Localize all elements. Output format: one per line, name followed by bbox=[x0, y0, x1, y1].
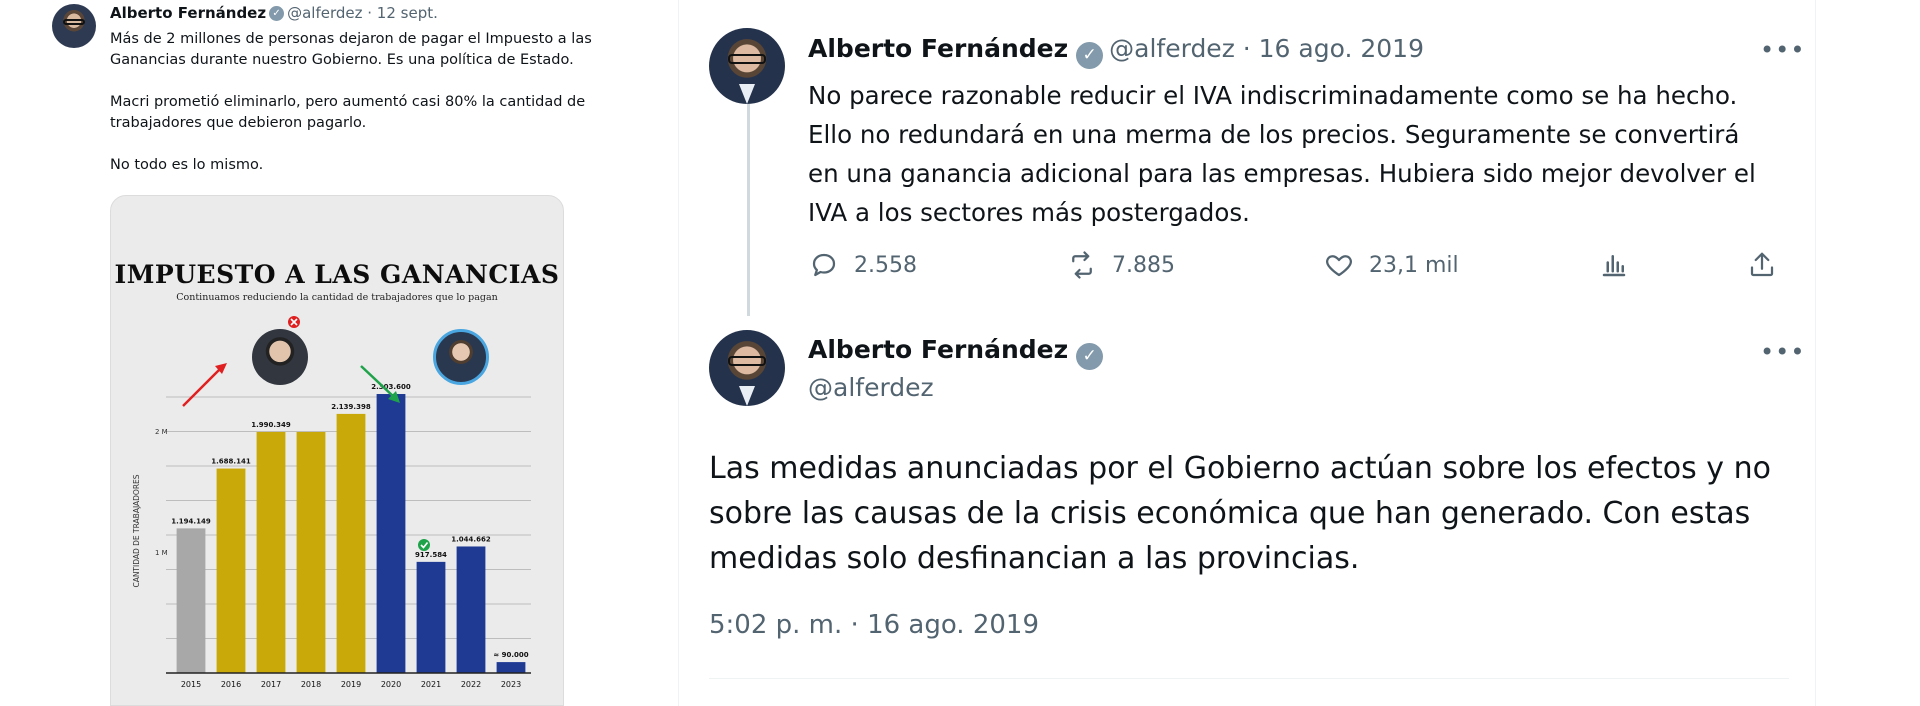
avatar[interactable] bbox=[709, 28, 785, 104]
verified-badge-icon: ✓ bbox=[1076, 343, 1104, 370]
y-tick-label: 1 M bbox=[155, 549, 168, 557]
collar-detail bbox=[739, 84, 755, 104]
chart-bar bbox=[176, 528, 206, 673]
check-mark-icon bbox=[418, 539, 430, 551]
bar-chart: 1 M 2 M CANTIDAD DE TRABAJADORES 1.194.149 2… bbox=[132, 316, 531, 689]
data-label: 1.044.662 bbox=[451, 535, 491, 543]
verified-badge-icon: ✓ bbox=[269, 6, 285, 21]
data-label: 2.303.600 bbox=[371, 383, 411, 391]
x-tick-label: 2018 bbox=[301, 680, 321, 689]
divider bbox=[709, 678, 1789, 679]
data-label: 1.990.349 bbox=[251, 421, 291, 429]
data-label: 917.584 bbox=[415, 551, 447, 559]
more-options-icon[interactable]: ••• bbox=[1760, 36, 1805, 64]
tweet-timestamp[interactable]: 5:02 p. m. · 16 ago. 2019 bbox=[709, 610, 1039, 640]
thread-connector-line bbox=[747, 104, 750, 316]
chart-bar bbox=[496, 662, 526, 673]
chart-bar bbox=[296, 431, 326, 673]
share-button[interactable] bbox=[1746, 250, 1792, 280]
left-tweet: Alberto Fernández ✓ @alferdez · 12 sept. M… bbox=[0, 0, 640, 706]
author-name[interactable]: Alberto Fernández bbox=[808, 335, 1068, 364]
x-tick-label: 2020 bbox=[381, 680, 401, 689]
glasses-detail bbox=[728, 54, 766, 64]
data-label: 1.194.149 bbox=[171, 517, 211, 525]
tweet-header: Alberto Fernández ✓ @alferdez · 12 sept. bbox=[110, 4, 438, 22]
tweet-paragraph: Macri prometió eliminarlo, pero aumentó … bbox=[110, 94, 586, 131]
retweet-button[interactable]: 7.885 bbox=[1066, 250, 1175, 280]
tweet-paragraph: Más de 2 millones de personas dejaron de… bbox=[110, 31, 592, 68]
handle-date[interactable]: @alferdez · 16 ago. 2019 bbox=[1109, 34, 1424, 63]
infographic-image[interactable]: IMPUESTO A LAS GANANCIAS Continuamos red… bbox=[110, 195, 564, 706]
tweet-actions: 2.558 7.885 23,1 mil bbox=[808, 250, 1788, 290]
x-tick-label: 2017 bbox=[261, 680, 281, 689]
like-button[interactable]: 23,1 mil bbox=[1323, 250, 1459, 280]
y-tick-label: 2 M bbox=[155, 428, 168, 436]
collar-detail bbox=[739, 386, 755, 406]
data-label: 1.688.141 bbox=[211, 458, 251, 466]
tweet-text: Las medidas anunciadas por el Gobierno a… bbox=[709, 451, 1771, 576]
author-name[interactable]: Alberto Fernández bbox=[808, 34, 1068, 63]
data-label: 2.139.398 bbox=[331, 403, 371, 411]
avatar[interactable] bbox=[52, 4, 96, 48]
data-label: ≈ 90.000 bbox=[493, 651, 528, 659]
chart-bar bbox=[416, 561, 446, 673]
verified-badge-icon: ✓ bbox=[1076, 42, 1104, 69]
author-name[interactable]: Alberto Fernández bbox=[110, 4, 266, 22]
avatar[interactable] bbox=[709, 330, 785, 406]
chart-bar bbox=[336, 413, 366, 673]
reply-button[interactable]: 2.558 bbox=[808, 250, 917, 280]
more-options-icon[interactable]: ••• bbox=[1760, 338, 1805, 366]
tweet-header: Alberto Fernández ✓ bbox=[808, 335, 1109, 370]
chart-bar bbox=[456, 546, 486, 673]
tweet-paragraph: No todo es lo mismo. bbox=[110, 157, 264, 173]
reply-count: 2.558 bbox=[854, 252, 917, 278]
tweet-header: Alberto Fernández ✓ @alferdez · 16 ago. 20… bbox=[808, 34, 1424, 69]
heart-icon bbox=[1326, 255, 1352, 277]
tweet-text: No parece razonable reducir el IVA indis… bbox=[808, 81, 1756, 227]
y-axis-label: CANTIDAD DE TRABAJADORES bbox=[132, 474, 141, 587]
x-tick-label: 2022 bbox=[461, 680, 481, 689]
tweet-text: Más de 2 millones de personas dejaron de… bbox=[110, 29, 630, 197]
retweet-icon bbox=[1072, 251, 1092, 279]
share-icon bbox=[1750, 252, 1774, 277]
x-tick-label: 2021 bbox=[421, 680, 441, 689]
x-tick-label: 2019 bbox=[341, 680, 361, 689]
chart-bar bbox=[216, 468, 246, 673]
glasses-detail bbox=[63, 19, 85, 25]
x-tick-label: 2016 bbox=[221, 680, 241, 689]
reply-icon bbox=[812, 253, 836, 277]
analytics-icon bbox=[1602, 255, 1626, 277]
like-count: 23,1 mil bbox=[1369, 252, 1459, 278]
chart-bar bbox=[256, 431, 286, 673]
author-handle[interactable]: @alferdez bbox=[808, 373, 934, 402]
x-tick-label: 2023 bbox=[501, 680, 521, 689]
down-arrow-icon bbox=[360, 365, 395, 398]
analytics-button[interactable] bbox=[1598, 250, 1644, 280]
chart-bar bbox=[376, 394, 406, 673]
glasses-detail bbox=[728, 356, 766, 366]
up-arrow-icon bbox=[182, 367, 222, 407]
retweet-count: 7.885 bbox=[1112, 252, 1175, 278]
x-tick-label: 2015 bbox=[181, 680, 201, 689]
handle-date[interactable]: @alferdez · 12 sept. bbox=[287, 4, 438, 22]
